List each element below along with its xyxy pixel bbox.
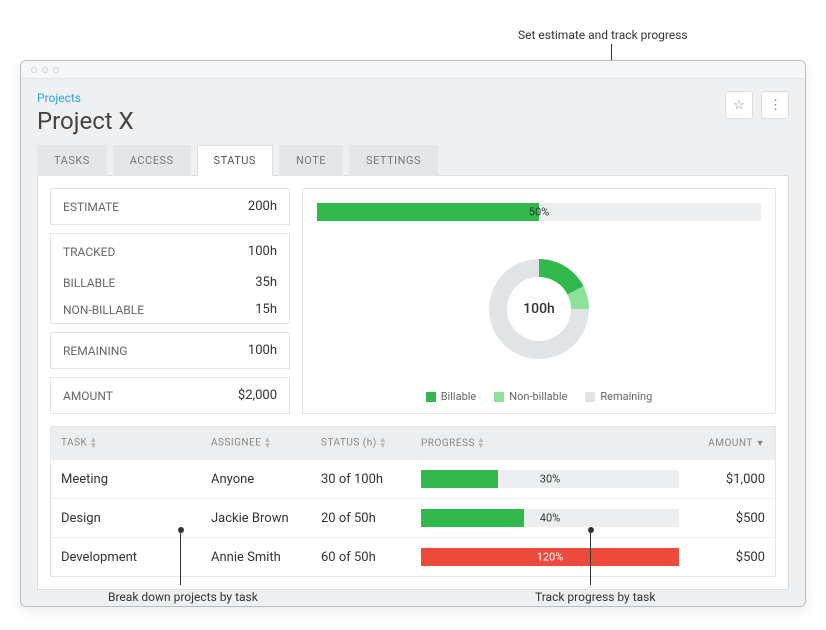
page-title: Project X: [37, 107, 134, 135]
sort-icon: ▲▼: [477, 437, 485, 449]
tab-access[interactable]: ACCESS: [113, 145, 191, 176]
callout-line-bl: [180, 530, 181, 585]
tab-bar: TASKSACCESSSTATUSNOTESETTINGS: [37, 145, 789, 176]
swatch-nonbillable: [494, 392, 504, 402]
table-row[interactable]: MeetingAnyone30 of 100h 30% $1,000: [51, 459, 775, 498]
more-button[interactable]: ⋮: [761, 91, 789, 119]
legend-nonbillable: Non-billable: [509, 390, 567, 403]
tracked-label: TRACKED: [63, 245, 115, 259]
progress-bar: 120%: [421, 548, 679, 566]
progress-fill: [421, 470, 498, 488]
cell-progress: 120%: [411, 538, 695, 576]
estimate-label: ESTIMATE: [63, 200, 119, 214]
amount-label: AMOUNT: [63, 389, 113, 403]
nonbillable-label: NON-BILLABLE: [63, 303, 144, 317]
table-row[interactable]: DevelopmentAnnie Smith60 of 50h 120% $500: [51, 537, 775, 576]
donut-segment: [539, 259, 584, 294]
cell-assignee: Jackie Brown: [201, 501, 311, 536]
chart-column: 50% 100h Billable Non-billable Remaining: [302, 188, 776, 414]
cell-progress: 30%: [411, 460, 695, 498]
favorite-button[interactable]: ☆: [725, 91, 753, 119]
sort-icon: ▲▼: [263, 437, 271, 449]
tab-settings[interactable]: SETTINGS: [349, 145, 438, 176]
sort-icon: ▲▼: [89, 437, 97, 449]
task-table: TASK▲▼ ASSIGNEE▲▼ STATUS (h)▲▼ PROGRESS▲…: [50, 426, 776, 577]
sort-icon: ▲▼: [379, 437, 387, 449]
tab-tasks[interactable]: TASKS: [37, 145, 107, 176]
callout-line-br: [590, 530, 591, 585]
stats-column: ESTIMATE 200h TRACKED 100h BILLABLE 35h: [50, 188, 290, 414]
legend-billable: Billable: [441, 390, 477, 403]
col-task[interactable]: TASK▲▼: [51, 427, 201, 459]
window-titlebar: [21, 61, 805, 79]
swatch-remaining: [585, 392, 595, 402]
annotation-top: Set estimate and track progress: [518, 28, 688, 42]
remaining-value: 100h: [248, 343, 277, 358]
cell-amount: $1,000: [695, 462, 775, 497]
window-dot: [42, 67, 48, 73]
progress-bar: 30%: [421, 470, 679, 488]
amount-value: $2,000: [238, 388, 277, 403]
breadcrumb[interactable]: Projects: [37, 91, 134, 105]
swatch-billable: [426, 392, 436, 402]
progress-label: 120%: [537, 551, 564, 564]
progress-label: 30%: [540, 473, 560, 486]
donut-center-label: 100h: [523, 301, 555, 317]
cell-task: Meeting: [51, 462, 201, 497]
annotation-bottom-right: Track progress by task: [535, 590, 655, 604]
estimate-value: 200h: [248, 199, 277, 214]
kebab-icon: ⋮: [769, 98, 781, 113]
star-icon: ☆: [733, 98, 745, 113]
remaining-label: REMAINING: [63, 344, 127, 358]
tab-note[interactable]: NOTE: [279, 145, 343, 176]
progress-fill: [421, 509, 524, 527]
billable-value: 35h: [255, 275, 277, 290]
table-row[interactable]: DesignJackie Brown20 of 50h40%$500: [51, 498, 775, 537]
tab-status[interactable]: STATUS: [197, 145, 273, 176]
nonbillable-value: 15h: [255, 302, 277, 317]
col-amount[interactable]: AMOUNT ▼: [695, 428, 775, 459]
cell-status: 60 of 50h: [311, 540, 411, 575]
col-progress[interactable]: PROGRESS▲▼: [411, 427, 695, 459]
callout-dot-bl: [178, 527, 184, 533]
app-window: Projects Project X ☆ ⋮ TASKSACCESSSTATUS…: [20, 60, 806, 607]
cell-progress: 40%: [411, 499, 695, 537]
progress-bar: 40%: [421, 509, 679, 527]
callout-dot-br: [588, 527, 594, 533]
donut-legend: Billable Non-billable Remaining: [317, 390, 761, 403]
overall-progress-label: 50%: [529, 206, 549, 219]
tracked-value: 100h: [248, 244, 277, 259]
cell-assignee: Anyone: [201, 462, 311, 497]
legend-remaining: Remaining: [600, 390, 652, 403]
annotation-bottom-left: Break down projects by task: [108, 590, 258, 604]
cell-amount: $500: [695, 540, 775, 575]
window-dot: [53, 67, 59, 73]
col-status[interactable]: STATUS (h)▲▼: [311, 427, 411, 459]
status-panel: ESTIMATE 200h TRACKED 100h BILLABLE 35h: [37, 175, 789, 590]
cell-task: Development: [51, 540, 201, 575]
col-assignee[interactable]: ASSIGNEE▲▼: [201, 427, 311, 459]
billable-label: BILLABLE: [63, 276, 115, 290]
window-dot: [31, 67, 37, 73]
chevron-down-icon: ▼: [756, 439, 765, 449]
cell-assignee: Annie Smith: [201, 540, 311, 575]
overall-progress-bar: 50%: [317, 203, 761, 221]
table-header-row: TASK▲▼ ASSIGNEE▲▼ STATUS (h)▲▼ PROGRESS▲…: [51, 427, 775, 459]
overall-progress-fill: [317, 203, 539, 221]
cell-status: 20 of 50h: [311, 501, 411, 536]
progress-label: 40%: [540, 512, 560, 525]
cell-status: 30 of 100h: [311, 462, 411, 497]
cell-amount: $500: [695, 501, 775, 536]
